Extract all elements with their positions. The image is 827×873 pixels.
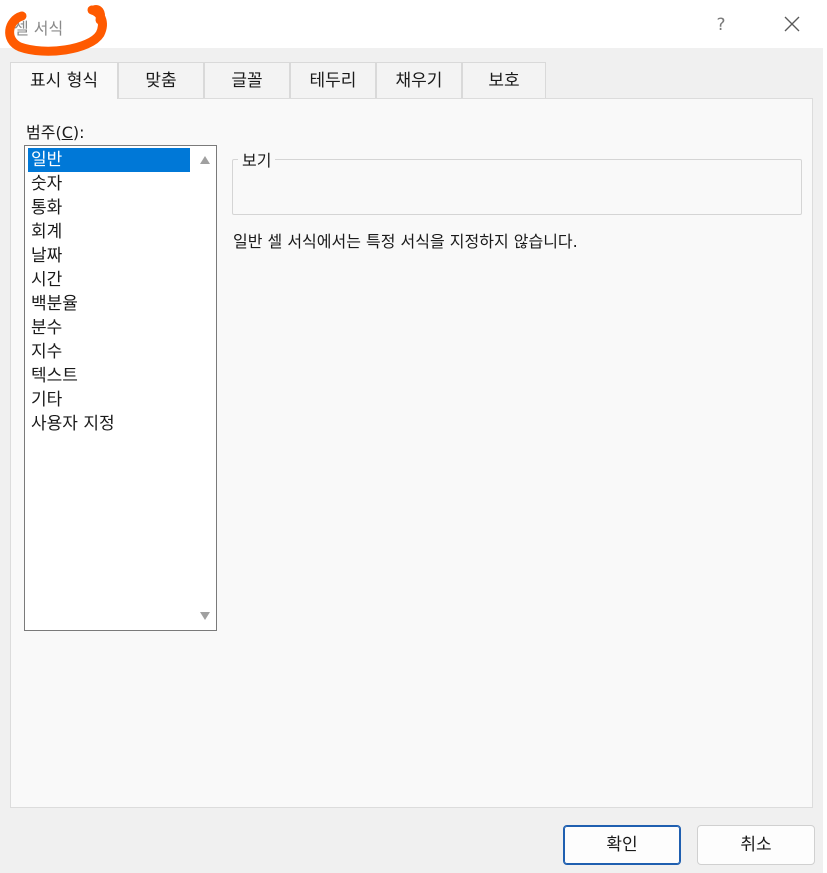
category-item-time[interactable]: 시간 xyxy=(28,268,190,292)
ok-button[interactable]: 확인 xyxy=(563,825,681,865)
category-label: 범주(C): xyxy=(26,123,85,142)
scroll-up-arrow-icon xyxy=(200,156,210,164)
scroll-down-arrow-icon xyxy=(200,612,210,620)
format-description: 일반 셀 서식에서는 특정 서식을 지정하지 않습니다. xyxy=(233,232,578,251)
title-bar: 셀 서식 ? xyxy=(0,0,823,48)
category-item-special[interactable]: 기타 xyxy=(28,388,190,412)
tab-fill[interactable]: 채우기 xyxy=(376,62,462,98)
preview-legend: 보기 xyxy=(238,147,276,171)
annotation-circle xyxy=(5,5,107,56)
scroll-up-button[interactable] xyxy=(197,152,213,168)
tab-number-format[interactable]: 표시 형식 xyxy=(10,62,118,99)
cancel-button[interactable]: 취소 xyxy=(697,825,815,865)
window-edge xyxy=(823,0,827,873)
category-item-fraction[interactable]: 분수 xyxy=(28,316,190,340)
category-item-accounting[interactable]: 회계 xyxy=(28,220,190,244)
category-item-date[interactable]: 날짜 xyxy=(28,244,190,268)
help-button[interactable]: ? xyxy=(706,10,736,40)
category-item-general[interactable]: 일반 xyxy=(28,148,190,172)
category-item-currency[interactable]: 통화 xyxy=(28,196,190,220)
preview-box xyxy=(232,159,802,215)
tab-alignment[interactable]: 맞춤 xyxy=(118,62,204,98)
close-button[interactable] xyxy=(776,8,808,40)
category-listbox[interactable]: 일반 숫자 통화 회계 날짜 시간 백분율 분수 지수 텍스트 기타 사용자 지… xyxy=(24,145,217,631)
category-item-number[interactable]: 숫자 xyxy=(28,172,190,196)
tab-font[interactable]: 글꼴 xyxy=(204,62,290,98)
close-icon xyxy=(784,16,800,32)
category-item-percentage[interactable]: 백분율 xyxy=(28,292,190,316)
tab-border[interactable]: 테두리 xyxy=(290,62,376,98)
tab-protection[interactable]: 보호 xyxy=(462,62,546,98)
scroll-down-button[interactable] xyxy=(197,608,213,624)
category-item-scientific[interactable]: 지수 xyxy=(28,340,190,364)
category-item-custom[interactable]: 사용자 지정 xyxy=(28,412,190,436)
category-item-text[interactable]: 텍스트 xyxy=(28,364,190,388)
